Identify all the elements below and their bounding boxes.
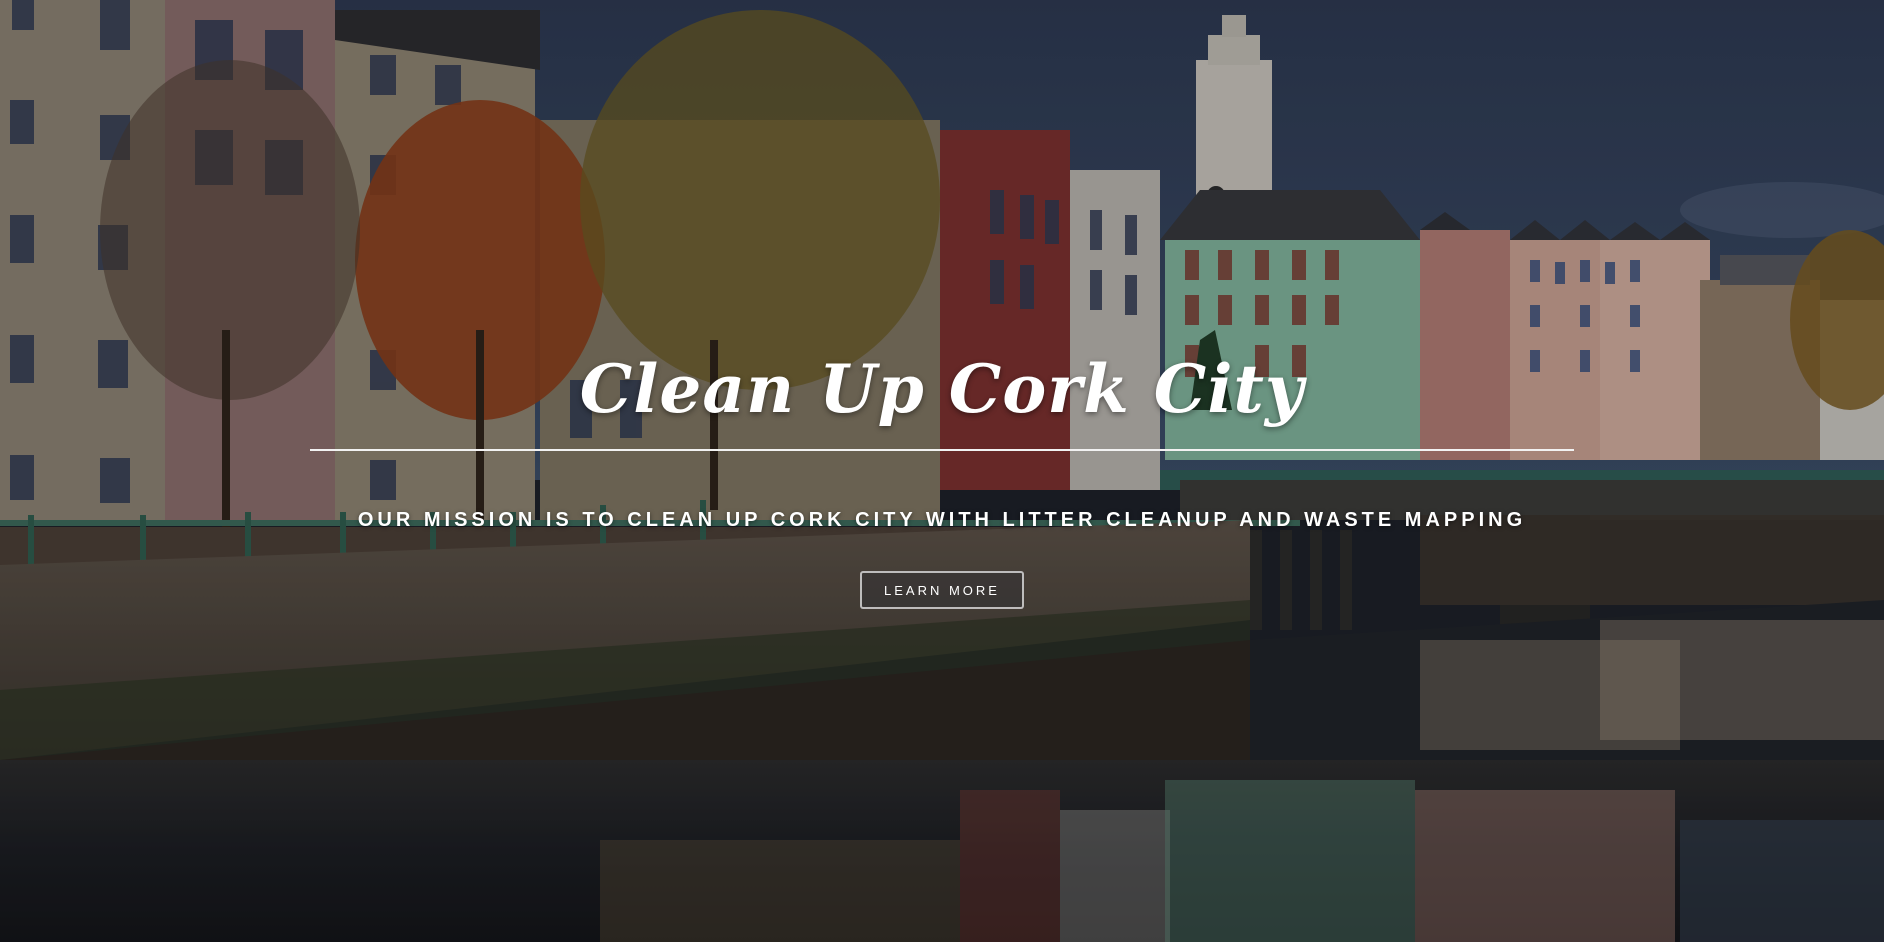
hero-content: Clean Up Cork City OUR MISSION IS TO CLE… (0, 0, 1884, 942)
hero-title: Clean Up Cork City (579, 350, 1305, 428)
learn-more-button[interactable]: LEARN MORE (860, 571, 1024, 609)
mission-statement: OUR MISSION IS TO CLEAN UP CORK CITY WIT… (357, 509, 1527, 531)
hero-section: Clean Up Cork City OUR MISSION IS TO CLE… (0, 0, 1884, 942)
title-divider (310, 449, 1574, 451)
